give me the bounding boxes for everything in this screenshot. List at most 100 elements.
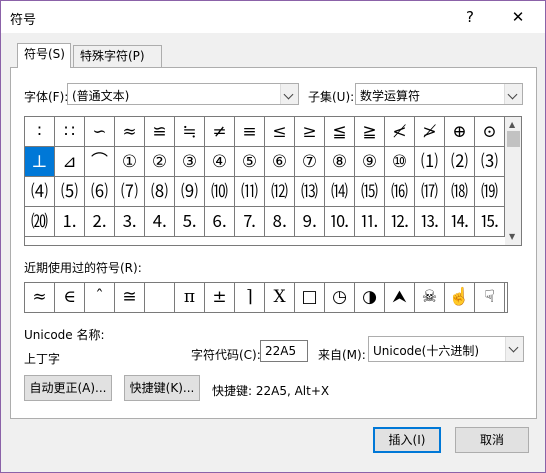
symbol-cell[interactable]: ⒏ (265, 207, 295, 237)
symbol-cell[interactable]: ⒁ (325, 177, 355, 207)
recent-symbol-cell[interactable]: ⮝ (385, 283, 415, 312)
symbol-cell[interactable]: ⒐ (295, 207, 325, 237)
symbol-cell[interactable]: ⒓ (385, 207, 415, 237)
symbol-cell[interactable]: ⒋ (145, 207, 175, 237)
symbol-cell[interactable]: ⒕ (445, 207, 475, 237)
symbol-cell[interactable]: ≮ (385, 117, 415, 147)
subset-select[interactable]: 数学运算符 (355, 83, 523, 105)
unicode-name-label: Unicode 名称: (24, 328, 105, 342)
symbol-cell[interactable]: ⊥ (25, 147, 55, 177)
symbol-cell[interactable]: ⌒ (85, 147, 115, 177)
recent-symbol-cell[interactable]: ◷ (325, 283, 355, 312)
recent-symbol-cell[interactable]: ⌉ (235, 283, 265, 312)
symbol-cell[interactable]: ≈ (115, 117, 145, 147)
symbol-cell[interactable]: ⒌ (175, 207, 205, 237)
cancel-button[interactable]: 取消 (455, 427, 529, 453)
symbol-cell[interactable]: ≯ (415, 117, 445, 147)
symbol-cell[interactable]: ≌ (145, 117, 175, 147)
font-select[interactable]: (普通文本) (67, 83, 299, 105)
recent-symbol-cell[interactable]: ˆ (85, 283, 115, 312)
insert-button[interactable]: 插入(I) (373, 427, 441, 453)
symbol-cell[interactable]: ⑿ (265, 177, 295, 207)
symbol-cell[interactable]: ∶ (25, 117, 55, 147)
recent-symbol-cell[interactable]: ± (205, 283, 235, 312)
symbol-cell[interactable]: ⑻ (145, 177, 175, 207)
symbol-cell[interactable]: ⑥ (265, 147, 295, 177)
symbol-cell[interactable]: ⑩ (385, 147, 415, 177)
close-button[interactable]: ✕ (507, 6, 529, 28)
recent-symbol-cell[interactable]: ☟ (475, 283, 505, 312)
chevron-down-icon[interactable] (280, 84, 298, 104)
recent-symbol-cell[interactable]: X (265, 283, 295, 312)
char-code-input[interactable]: 22A5 (260, 340, 308, 362)
recent-symbol-cell[interactable]: ≈ (25, 283, 55, 312)
tab-special-characters[interactable]: 特殊字符(P) (73, 45, 162, 67)
symbol-cell[interactable]: ∽ (85, 117, 115, 147)
symbol-cell[interactable]: ⊿ (55, 147, 85, 177)
recent-symbol-cell[interactable]: ∈ (55, 283, 85, 312)
scroll-up-icon[interactable]: ▲ (509, 120, 515, 129)
symbol-cell[interactable]: ⒔ (415, 207, 445, 237)
tab-symbols[interactable]: 符号(S) (17, 43, 71, 68)
scrollbar-thumb[interactable] (507, 131, 520, 147)
recent-symbol-cell[interactable]: ☝ (445, 283, 475, 312)
recent-symbol-cell[interactable]: ☠ (415, 283, 445, 312)
autocorrect-button[interactable]: 自动更正(A)... (24, 375, 112, 401)
symbol-cell[interactable]: ⒂ (355, 177, 385, 207)
symbol-cell[interactable]: ⑽ (205, 177, 235, 207)
symbol-cell[interactable]: ⑵ (445, 147, 475, 177)
symbol-cell[interactable]: ≧ (355, 117, 385, 147)
symbol-cell[interactable]: ① (115, 147, 145, 177)
symbol-cell[interactable]: ⑾ (235, 177, 265, 207)
symbol-cell[interactable]: ⒑ (325, 207, 355, 237)
symbol-cell[interactable]: ⒆ (475, 177, 505, 207)
symbol-grid-scrollbar[interactable]: ▲ ▼ (505, 117, 521, 245)
symbol-cell[interactable]: ⑷ (25, 177, 55, 207)
recent-symbol-cell[interactable]: ◑ (355, 283, 385, 312)
symbol-cell[interactable]: ⊕ (445, 117, 475, 147)
symbol-cell[interactable]: ≒ (175, 117, 205, 147)
symbol-cell[interactable]: ≥ (295, 117, 325, 147)
symbol-cell[interactable]: ⒀ (295, 177, 325, 207)
shortcut-key-button[interactable]: 快捷键(K)... (124, 375, 200, 401)
symbol-cell[interactable]: ⒃ (385, 177, 415, 207)
symbol-cell[interactable]: ② (145, 147, 175, 177)
symbol-cell[interactable]: ⒖ (475, 207, 505, 237)
chevron-down-icon[interactable] (504, 84, 522, 104)
symbol-cell[interactable]: ⒇ (25, 207, 55, 237)
symbol-cell[interactable]: ⑶ (475, 147, 505, 177)
recent-symbol-cell[interactable]: □ (295, 283, 325, 312)
symbol-cell[interactable]: ⑦ (295, 147, 325, 177)
scroll-down-icon[interactable]: ▼ (509, 232, 515, 241)
symbol-cell[interactable]: ⒊ (115, 207, 145, 237)
symbol-cell[interactable]: ∷ (55, 117, 85, 147)
symbol-cell[interactable]: ④ (205, 147, 235, 177)
symbol-cell[interactable]: ⒒ (355, 207, 385, 237)
symbol-cell[interactable]: ⑼ (175, 177, 205, 207)
symbol-cell[interactable]: ⑺ (115, 177, 145, 207)
recent-symbol-cell[interactable]: π (175, 283, 205, 312)
symbol-cell[interactable]: ⒉ (85, 207, 115, 237)
symbol-cell[interactable]: ⑤ (235, 147, 265, 177)
help-button[interactable]: ? (459, 6, 481, 28)
symbol-cell[interactable]: ⒅ (445, 177, 475, 207)
symbol-cell[interactable]: ≤ (265, 117, 295, 147)
symbol-cell[interactable]: ⊙ (475, 117, 505, 147)
symbol-cell[interactable]: ⒎ (235, 207, 265, 237)
symbol-cell[interactable]: ③ (175, 147, 205, 177)
from-select[interactable]: Unicode(十六进制) (368, 336, 524, 362)
symbol-cell[interactable]: ≡ (235, 117, 265, 147)
symbol-cell[interactable]: ⑹ (85, 177, 115, 207)
symbol-cell[interactable]: ≠ (205, 117, 235, 147)
symbol-cell[interactable]: ⑧ (325, 147, 355, 177)
symbol-cell[interactable]: ⑨ (355, 147, 385, 177)
recent-symbol-cell[interactable] (145, 283, 175, 312)
symbol-cell[interactable]: ≦ (325, 117, 355, 147)
symbol-cell[interactable]: ⒄ (415, 177, 445, 207)
symbol-cell[interactable]: ⒍ (205, 207, 235, 237)
chevron-down-icon[interactable] (505, 337, 523, 361)
recent-symbol-cell[interactable]: ≅ (115, 283, 145, 312)
symbol-cell[interactable]: ⒈ (55, 207, 85, 237)
symbol-cell[interactable]: ⑸ (55, 177, 85, 207)
symbol-cell[interactable]: ⑴ (415, 147, 445, 177)
